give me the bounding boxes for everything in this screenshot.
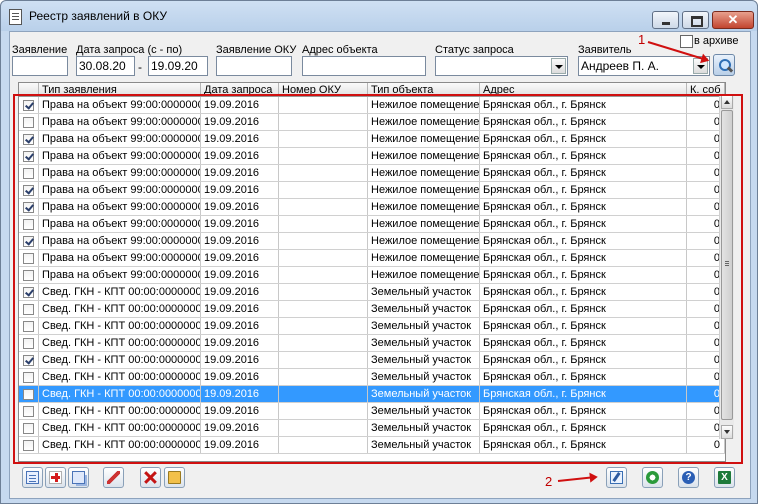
copy-icon — [72, 471, 85, 484]
statement-label: Заявление — [12, 44, 68, 56]
minimize-button[interactable] — [652, 11, 679, 29]
search-button[interactable] — [713, 54, 735, 76]
address-label: Адрес объекта — [302, 44, 378, 56]
status-select[interactable] — [435, 56, 568, 76]
date-from-input[interactable]: 30.08.20 — [76, 56, 135, 76]
pencil-icon — [107, 471, 120, 484]
excel-export-button[interactable]: X — [714, 467, 735, 488]
add-icon — [49, 471, 62, 484]
close-button[interactable]: ✕ — [712, 11, 754, 29]
annotation-marker-2: 2 — [545, 474, 553, 489]
statement-input[interactable] — [12, 56, 68, 76]
help-button[interactable]: ? — [678, 467, 699, 488]
date-range-label: Дата запроса (с - по) — [76, 44, 183, 56]
list-button[interactable] — [22, 467, 43, 488]
annotation-marker-1: 1 — [638, 32, 646, 47]
applicant-label: Заявитель — [578, 44, 632, 56]
folders-button[interactable] — [164, 467, 185, 488]
edit-pencil-button[interactable] — [103, 467, 124, 488]
chevron-down-icon[interactable] — [551, 58, 566, 74]
annotation-frame — [13, 94, 743, 464]
oku-number-label: Заявление ОКУ — [216, 44, 297, 56]
close-icon: ✕ — [727, 12, 739, 27]
copy-button[interactable] — [68, 467, 89, 488]
delete-button[interactable] — [140, 467, 161, 488]
refresh-button[interactable] — [642, 467, 663, 488]
app-window: Реестр заявлений в ОКУ ✕ Заявление Дата … — [0, 0, 758, 504]
archive-label: в архиве — [694, 35, 739, 47]
applicant-select[interactable]: Андреев П. А. — [578, 56, 710, 76]
edit-icon — [610, 471, 623, 484]
address-input[interactable] — [302, 56, 426, 76]
maximize-button[interactable] — [682, 11, 709, 29]
date-separator: - — [138, 60, 142, 74]
annotation-arrow-2 — [557, 476, 596, 482]
status-label: Статус запроса — [435, 44, 514, 56]
delete-icon — [144, 471, 157, 484]
applicant-value: Андреев П. А. — [581, 59, 659, 73]
archive-checkbox[interactable] — [680, 35, 693, 48]
window-title: Реестр заявлений в ОКУ — [29, 9, 167, 23]
list-icon — [26, 471, 39, 484]
main-panel: Заявление Дата запроса (с - по) 30.08.20… — [9, 31, 751, 499]
excel-icon: X — [718, 471, 731, 484]
help-icon: ? — [682, 471, 695, 484]
oku-number-input[interactable] — [216, 56, 292, 76]
folders-icon — [168, 471, 181, 484]
open-statement-button[interactable] — [606, 467, 627, 488]
title-bar: Реестр заявлений в ОКУ ✕ — [1, 1, 757, 31]
date-to-input[interactable]: 19.09.20 — [148, 56, 208, 76]
search-icon-handle — [726, 66, 734, 73]
refresh-icon — [646, 471, 659, 484]
document-icon — [9, 9, 22, 25]
add-button[interactable] — [45, 467, 66, 488]
